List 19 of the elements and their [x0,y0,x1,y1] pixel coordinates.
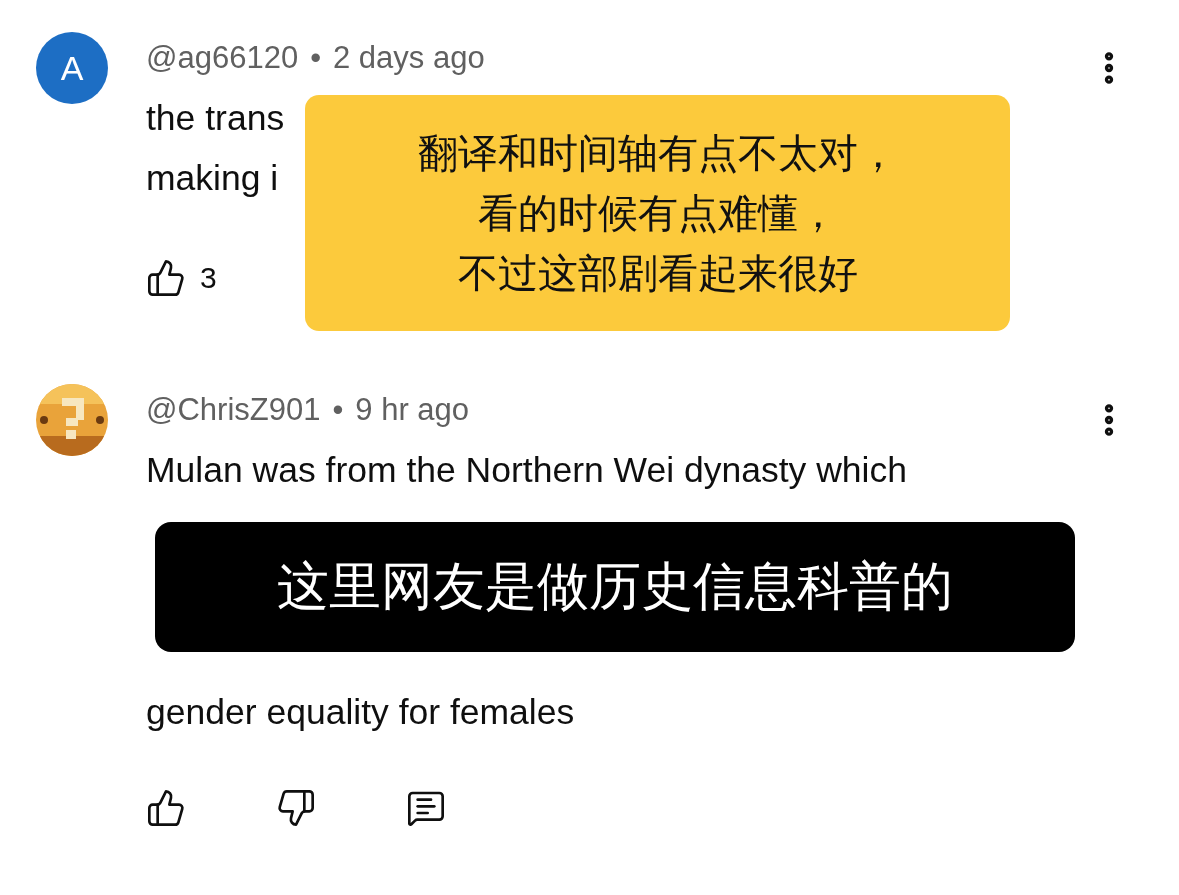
username[interactable]: @ChrisZ901 [146,392,321,428]
avatar[interactable]: A [36,32,108,104]
timestamp: 9 hr ago [355,392,470,428]
note-text: 不过这部剧看起来很好 [457,249,858,298]
caption-text: 这里网友是做历史信息科普的 [277,555,953,618]
comment-text: making i [146,158,279,198]
timestamp: 2 days ago [333,40,485,76]
note-text: 看的时候有点难懂， [477,189,838,238]
comment-text: gender equality for females [146,692,575,732]
note-text: 翻译和时间轴有点不太对， [417,129,898,178]
separator-dot: • [332,392,344,428]
separator-dot: • [310,40,321,76]
comment-text: Mulan was from the Northern Wei dynasty which [146,450,907,490]
like-count: 3 [200,261,217,295]
thumbs-up-icon[interactable] [146,788,186,828]
thumbs-up-icon[interactable] [146,258,186,298]
comment-text: the trans [146,98,285,138]
thumbs-down-icon[interactable] [276,788,316,828]
username[interactable]: @ag66120 [146,40,299,76]
